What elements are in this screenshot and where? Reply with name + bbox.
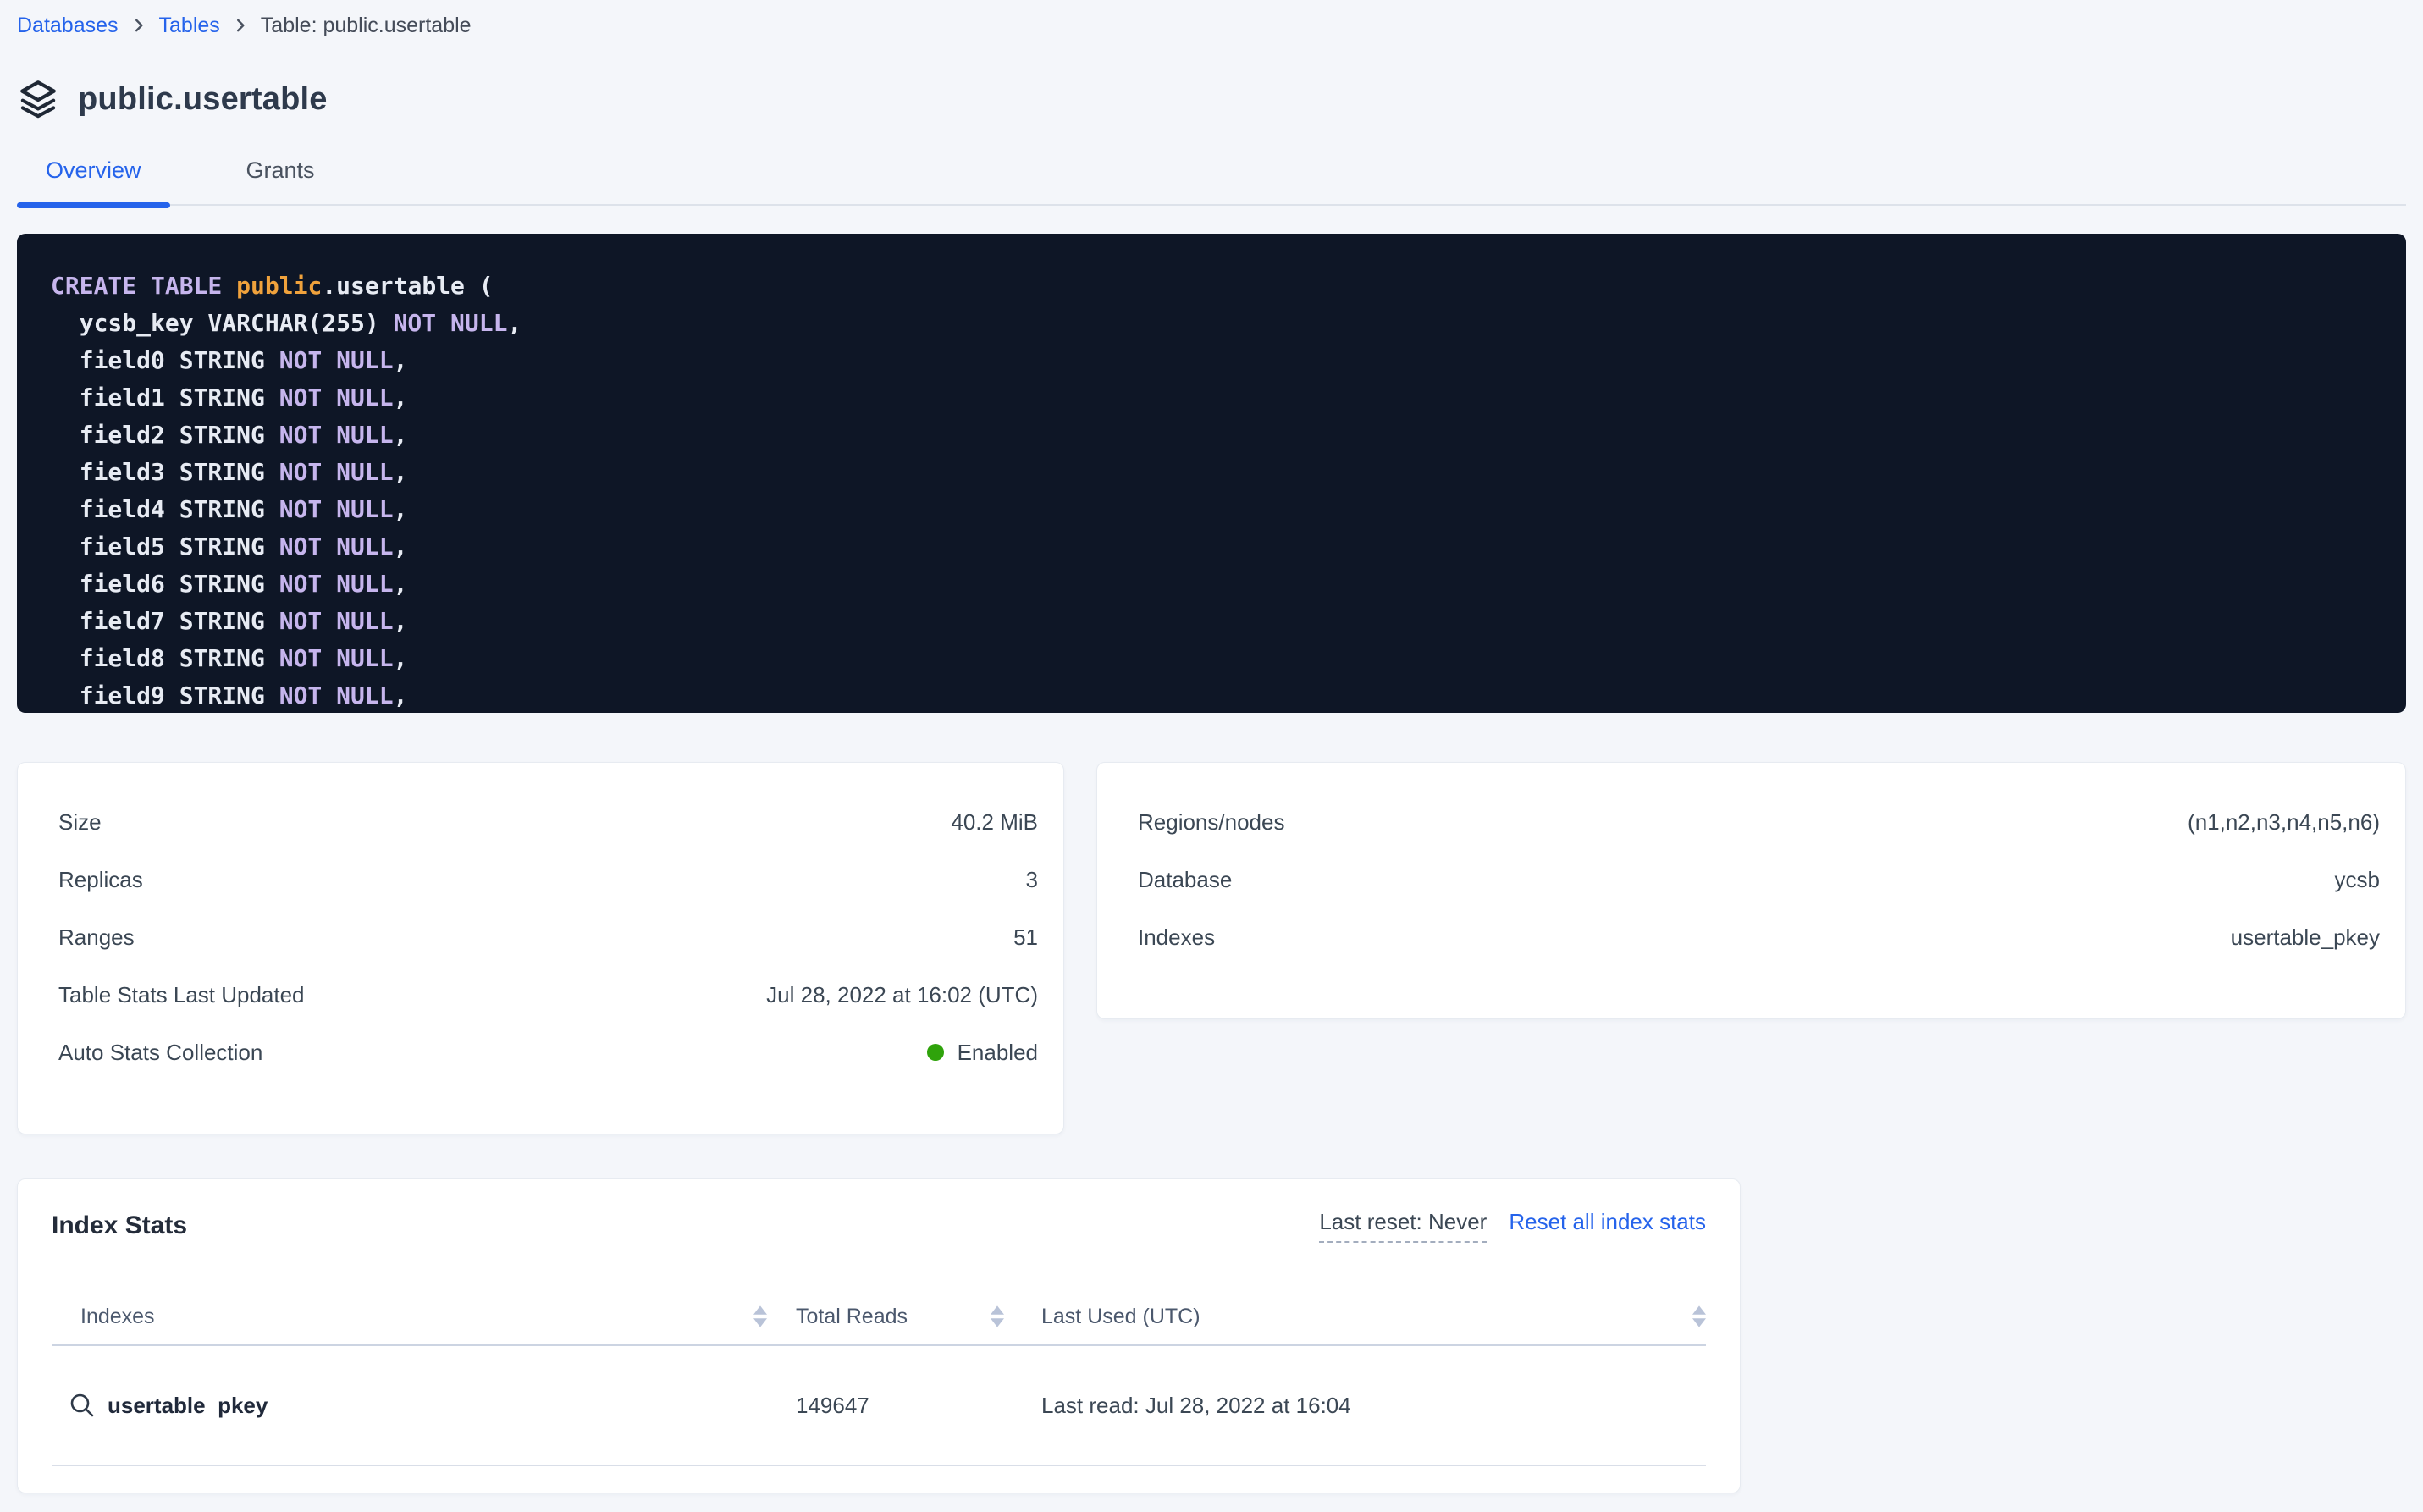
- stat-value: 3: [1026, 867, 1038, 893]
- column-header-last-used[interactable]: Last Used (UTC): [1004, 1305, 1706, 1329]
- stat-label: Regions/nodes: [1138, 809, 1284, 836]
- index-stats-card: Index Stats Last reset: Never Reset all …: [17, 1178, 1741, 1493]
- table-meta-card: Regions/nodes (n1,n2,n3,n4,n5,n6) Database…: [1096, 762, 2406, 1019]
- stat-value: ycsb: [2335, 867, 2380, 893]
- stat-row: Table Stats Last Updated Jul 28, 2022 at …: [58, 966, 1038, 1024]
- stat-row: Database ycsb: [1138, 851, 2380, 908]
- sort-icon[interactable]: [991, 1305, 1004, 1327]
- status-dot-icon: [927, 1044, 944, 1061]
- stat-row: Size 40.2 MiB: [58, 793, 1038, 851]
- sql-code-line: CREATE TABLE public.usertable (: [51, 268, 2372, 305]
- sql-code-line: field5 STRING NOT NULL,: [51, 528, 2372, 566]
- layers-icon: [17, 78, 59, 120]
- stat-label: Table Stats Last Updated: [58, 982, 305, 1008]
- tab-overview[interactable]: Overview: [17, 157, 170, 204]
- column-label: Total Reads: [796, 1305, 908, 1329]
- sort-icon[interactable]: [1692, 1305, 1706, 1327]
- total-reads-value: 149647: [796, 1393, 869, 1419]
- table-details-card: Size 40.2 MiB Replicas 3 Ranges 51 Table Stats…: [17, 762, 1064, 1134]
- index-stats-row[interactable]: usertable_pkey 149647 Last read: Jul 28, 2…: [52, 1346, 1706, 1466]
- stat-label: Replicas: [58, 867, 143, 893]
- tab-bar: Overview Grants: [17, 157, 2406, 206]
- sql-code-line: field6 STRING NOT NULL,: [51, 566, 2372, 603]
- sql-code-line: field2 STRING NOT NULL,: [51, 417, 2372, 454]
- stat-row: Indexes usertable_pkey: [1138, 908, 2380, 966]
- index-table-header: Indexes Total Reads Last Used (UTC): [52, 1289, 1706, 1344]
- stat-value: (n1,n2,n3,n4,n5,n6): [2188, 809, 2380, 836]
- chevron-right-icon: [130, 17, 147, 34]
- stat-label: Auto Stats Collection: [58, 1040, 262, 1066]
- stat-value: usertable_pkey: [2231, 924, 2380, 951]
- search-icon: [69, 1392, 96, 1419]
- stat-label: Database: [1138, 867, 1232, 893]
- chevron-right-icon: [232, 17, 249, 34]
- stat-row: Ranges 51: [58, 908, 1038, 966]
- sql-code-line: field3 STRING NOT NULL,: [51, 454, 2372, 491]
- index-name: usertable_pkey: [108, 1393, 268, 1419]
- reset-all-index-stats-link[interactable]: Reset all index stats: [1509, 1209, 1706, 1235]
- breadcrumb: Databases Tables Table: public.usertable: [17, 0, 2406, 39]
- index-stats-actions: Last reset: Never Reset all index stats: [1319, 1209, 1706, 1243]
- breadcrumb-link-databases[interactable]: Databases: [17, 14, 119, 38]
- index-stats-header: Index Stats Last reset: Never Reset all …: [52, 1206, 1706, 1245]
- stat-value: Jul 28, 2022 at 16:02 (UTC): [766, 982, 1038, 1008]
- sql-code-line: field8 STRING NOT NULL,: [51, 640, 2372, 677]
- stat-row: Auto Stats Collection Enabled: [58, 1024, 1038, 1081]
- table-detail-page: Databases Tables Table: public.usertable…: [0, 0, 2423, 1493]
- create-table-statement: CREATE TABLE public.usertable ( ycsb_key…: [17, 234, 2406, 713]
- column-label: Last Used (UTC): [1041, 1305, 1200, 1329]
- stat-row: Replicas 3: [58, 851, 1038, 908]
- sql-code-line: field4 STRING NOT NULL,: [51, 491, 2372, 528]
- stat-label: Indexes: [1138, 924, 1215, 951]
- sql-code-line: field7 STRING NOT NULL,: [51, 603, 2372, 640]
- column-header-total-reads[interactable]: Total Reads: [767, 1305, 1004, 1329]
- breadcrumb-link-tables[interactable]: Tables: [159, 14, 220, 38]
- stat-value: 40.2 MiB: [951, 809, 1038, 836]
- column-label: Indexes: [80, 1305, 155, 1329]
- sql-code-line: field0 STRING NOT NULL,: [51, 342, 2372, 379]
- sql-code-line: ycsb_key VARCHAR(255) NOT NULL,: [51, 305, 2372, 342]
- index-stats-title: Index Stats: [52, 1211, 187, 1240]
- sort-icon[interactable]: [753, 1305, 767, 1327]
- stat-label: Ranges: [58, 924, 135, 951]
- sql-code-line: field1 STRING NOT NULL,: [51, 379, 2372, 417]
- stat-row: Regions/nodes (n1,n2,n3,n4,n5,n6): [1138, 793, 2380, 851]
- index-table-body: usertable_pkey 149647 Last read: Jul 28, 2…: [52, 1346, 1706, 1466]
- page-title: public.usertable: [78, 81, 328, 118]
- last-reset-label[interactable]: Last reset: Never: [1319, 1209, 1487, 1243]
- breadcrumb-current: Table: public.usertable: [261, 14, 472, 38]
- column-header-indexes[interactable]: Indexes: [52, 1305, 767, 1329]
- last-used-value: Last read: Jul 28, 2022 at 16:04: [1041, 1393, 1351, 1419]
- stat-label: Size: [58, 809, 102, 836]
- details-section: Size 40.2 MiB Replicas 3 Ranges 51 Table Stats…: [17, 762, 2406, 1134]
- stat-value: 51: [1013, 924, 1038, 951]
- stat-value: Enabled: [927, 1040, 1038, 1066]
- tab-grants[interactable]: Grants: [218, 157, 344, 204]
- page-header: public.usertable: [17, 74, 2406, 124]
- sql-code-line: field9 STRING NOT NULL,: [51, 677, 2372, 713]
